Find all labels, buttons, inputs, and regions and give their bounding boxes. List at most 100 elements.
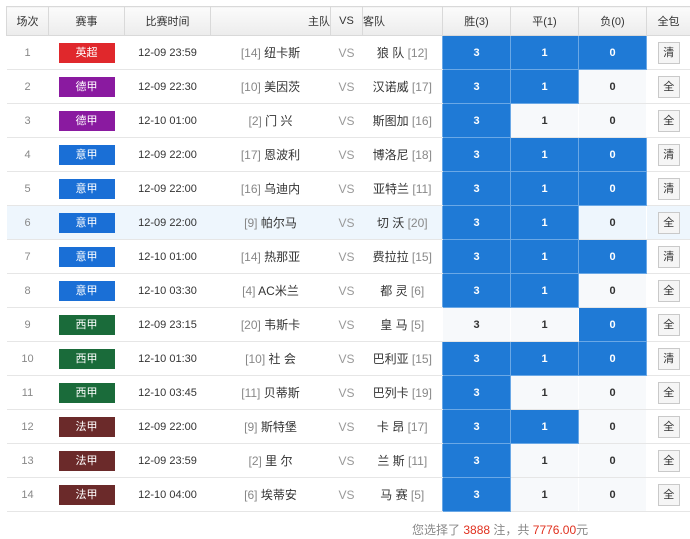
odds-win-cell[interactable]: 3 (442, 69, 511, 104)
select-all-button[interactable]: 全 (657, 75, 680, 98)
home-team-cell: [9] 斯特堡 (210, 409, 331, 444)
header-home: 主队 (210, 6, 331, 36)
select-all-button[interactable]: 清 (657, 245, 680, 268)
select-all-button[interactable]: 全 (657, 313, 680, 336)
table-row: 3 德甲 12-10 01:00 [2] 门 兴 VS 斯图加 [16] 3 1 0 全 (6, 103, 690, 138)
select-all-button[interactable]: 全 (657, 211, 680, 234)
odds-win-cell[interactable]: 3 (442, 409, 511, 444)
away-rank: [20] (407, 216, 428, 230)
odds-draw-cell[interactable]: 1 (510, 171, 579, 206)
match-time: 12-10 01:00 (124, 239, 211, 274)
odds-lose-cell[interactable]: 0 (578, 205, 647, 240)
odds-draw-cell[interactable]: 1 (510, 273, 579, 308)
away-rank: [6] (410, 284, 425, 298)
away-team-cell: 亚特兰 [11] (362, 171, 443, 206)
header-draw: 平(1) (510, 6, 579, 36)
odds-win-cell[interactable]: 3 (442, 35, 511, 70)
odds-lose-cell[interactable]: 0 (578, 273, 647, 308)
select-all-button[interactable]: 全 (657, 109, 680, 132)
away-team: 切 沃 (376, 216, 405, 230)
odds-win-cell[interactable]: 3 (442, 375, 511, 410)
odds-win-cell[interactable]: 3 (442, 273, 511, 308)
select-all-button[interactable]: 清 (657, 177, 680, 200)
league-cell: 德甲 (48, 103, 125, 138)
odds-lose-cell[interactable]: 0 (578, 409, 647, 444)
header-league: 赛事 (48, 6, 125, 36)
league-badge: 意甲 (58, 280, 115, 301)
select-all-button[interactable]: 清 (657, 347, 680, 370)
select-all-button[interactable]: 清 (657, 41, 680, 64)
odds-draw-cell[interactable]: 1 (510, 205, 579, 240)
header-win: 胜(3) (442, 6, 511, 36)
vs-label: VS (330, 205, 363, 240)
odds-lose-cell[interactable]: 0 (578, 341, 647, 376)
match-time: 12-10 03:45 (124, 375, 211, 410)
table-row: 9 西甲 12-09 23:15 [20] 韦斯卡 VS 皇 马 [5] 3 1 0 全 (6, 307, 690, 342)
table-header: 场次 赛事 比赛时间 主队 VS 客队 胜(3) 平(1) 负(0) 全包 (6, 6, 690, 36)
odds-lose-cell[interactable]: 0 (578, 171, 647, 206)
away-team-cell: 马 赛 [5] (362, 477, 443, 512)
odds-win-cell[interactable]: 3 (442, 239, 511, 274)
home-rank: [10] (245, 352, 266, 366)
league-badge: 德甲 (58, 76, 115, 97)
table-row: 2 德甲 12-09 22:30 [10] 美因茨 VS 汉诺威 [17] 3 1 0 全 (6, 69, 690, 104)
odds-draw-cell[interactable]: 1 (510, 69, 579, 104)
odds-draw-cell[interactable]: 1 (510, 375, 579, 410)
league-cell: 意甲 (48, 273, 125, 308)
all-cell: 全 (646, 443, 690, 478)
match-time: 12-10 01:00 (124, 103, 211, 138)
match-time: 12-09 23:59 (124, 443, 211, 478)
odds-draw-cell[interactable]: 1 (510, 103, 579, 138)
select-all-button[interactable]: 全 (657, 279, 680, 302)
odds-lose-cell[interactable]: 0 (578, 35, 647, 70)
odds-lose-cell[interactable]: 0 (578, 477, 647, 512)
league-cell: 英超 (48, 35, 125, 70)
odds-lose-cell[interactable]: 0 (578, 69, 647, 104)
table-row: 1 英超 12-09 23:59 [14] 纽卡斯 VS 狼 队 [12] 3 1 0 清 (6, 35, 690, 70)
odds-win-cell[interactable]: 3 (442, 307, 511, 342)
odds-win-cell[interactable]: 3 (442, 103, 511, 138)
league-cell: 德甲 (48, 69, 125, 104)
odds-lose-cell[interactable]: 0 (578, 307, 647, 342)
odds-draw-cell[interactable]: 1 (510, 477, 579, 512)
odds-draw-cell[interactable]: 1 (510, 35, 579, 70)
match-time: 12-10 03:30 (124, 273, 211, 308)
select-all-button[interactable]: 全 (657, 381, 680, 404)
select-all-button[interactable]: 全 (657, 483, 680, 506)
select-all-button[interactable]: 清 (657, 143, 680, 166)
away-rank: [5] (410, 318, 425, 332)
match-index: 12 (6, 409, 49, 444)
bet-amount: 7776.00 (532, 523, 577, 537)
odds-draw-cell[interactable]: 1 (510, 307, 579, 342)
odds-lose-cell[interactable]: 0 (578, 137, 647, 172)
home-team-cell: [10] 社 会 (210, 341, 331, 376)
odds-lose-cell[interactable]: 0 (578, 103, 647, 138)
odds-draw-cell[interactable]: 1 (510, 409, 579, 444)
odds-win-cell[interactable]: 3 (442, 171, 511, 206)
home-team: 热那亚 (264, 250, 301, 264)
odds-lose-cell[interactable]: 0 (578, 443, 647, 478)
select-all-button[interactable]: 全 (657, 415, 680, 438)
odds-draw-cell[interactable]: 1 (510, 239, 579, 274)
select-all-button[interactable]: 全 (657, 449, 680, 472)
league-badge: 法甲 (58, 416, 115, 437)
odds-draw-cell[interactable]: 1 (510, 137, 579, 172)
odds-win-cell[interactable]: 3 (442, 137, 511, 172)
away-team: 汉诺威 (372, 80, 409, 94)
odds-draw-cell[interactable]: 1 (510, 341, 579, 376)
odds-win-cell[interactable]: 3 (442, 443, 511, 478)
odds-win-cell[interactable]: 3 (442, 341, 511, 376)
odds-win-cell[interactable]: 3 (442, 477, 511, 512)
league-badge: 意甲 (58, 144, 115, 165)
away-team-cell: 狼 队 [12] (362, 35, 443, 70)
odds-lose-cell[interactable]: 0 (578, 239, 647, 274)
away-team: 兰 斯 (377, 454, 405, 468)
odds-draw-cell[interactable]: 1 (510, 443, 579, 478)
odds-win-cell[interactable]: 3 (442, 205, 511, 240)
summary-suffix: 元 (576, 523, 589, 537)
league-badge: 西甲 (58, 382, 115, 403)
home-team: 里 尔 (265, 454, 293, 468)
odds-lose-cell[interactable]: 0 (578, 375, 647, 410)
all-cell: 全 (646, 477, 690, 512)
home-rank: [6] (244, 488, 258, 502)
